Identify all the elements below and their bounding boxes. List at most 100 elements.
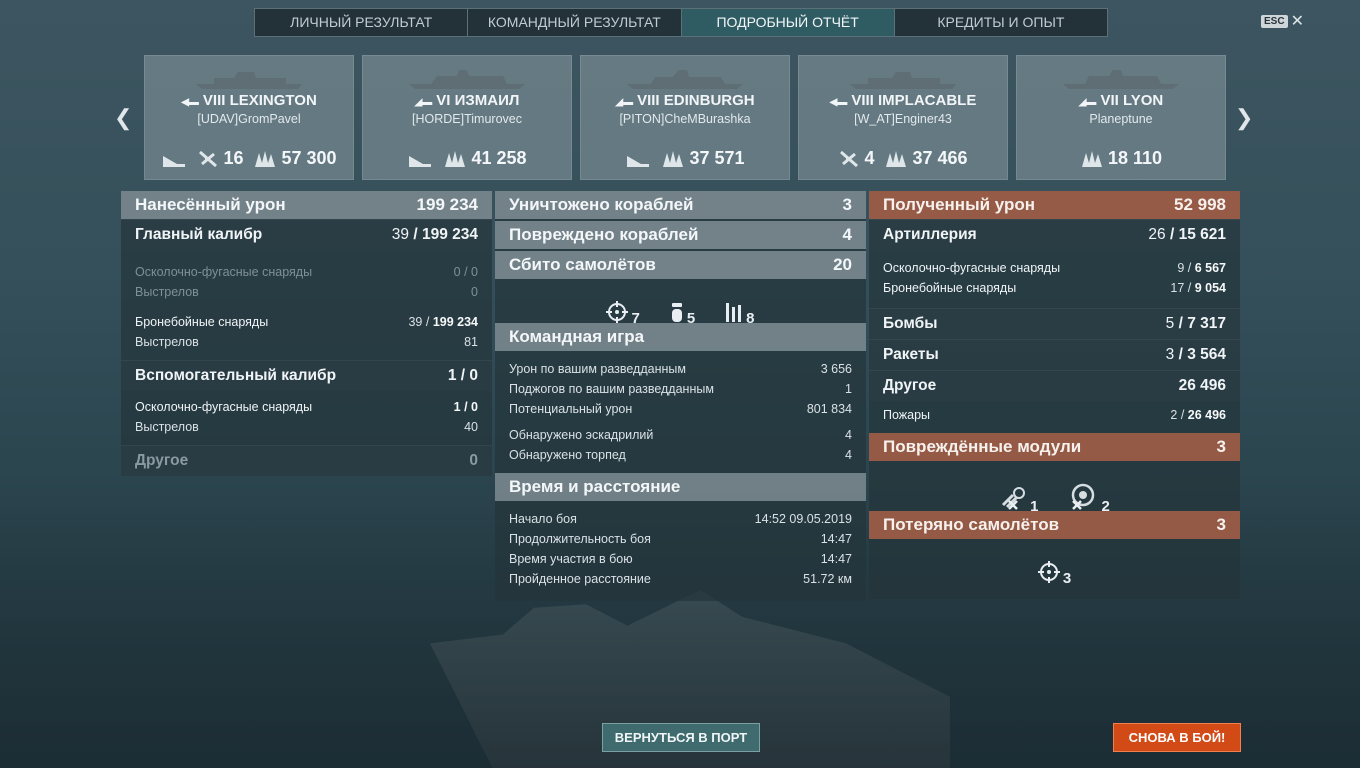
artillery-label: Артиллерия — [883, 226, 977, 243]
carrier-class-icon: ◀▬ — [181, 97, 199, 108]
damage-dealt-panel: Нанесённый урон 199 234 Главный калибр 3… — [121, 191, 492, 476]
battle-again-button[interactable]: СНОВА В БОЙ! — [1113, 723, 1241, 752]
tab-personal[interactable]: ЛИЧНЫЙ РЕЗУЛЬТАТ — [255, 9, 469, 36]
time-distance-title: Время и расстояние — [509, 477, 681, 496]
damaged-modules-value: 3 — [1216, 437, 1226, 456]
time-row-label: Пройденное расстояние — [509, 572, 651, 586]
ships-damaged-value: 4 — [842, 225, 852, 244]
tab-detailed-report[interactable]: ПОДРОБНЫЙ ОТЧЁТ — [681, 9, 895, 36]
recv-ap-hits: 17 — [1170, 281, 1185, 295]
recv-he-hits: 9 — [1177, 261, 1185, 275]
damage-explosion-icon — [255, 150, 276, 167]
secondary-battery-value: 1 / 0 — [447, 367, 478, 384]
ship-name: ◢▬ VI ИЗМАИЛ — [414, 92, 520, 109]
main-battery-label: Главный калибр — [135, 226, 263, 243]
artillery-hits: 26 — [1148, 226, 1166, 243]
ap-damage: 199 234 — [432, 315, 478, 329]
sunk-icon — [161, 148, 187, 169]
team-row-label: Обнаружено эскадрилий — [509, 428, 654, 442]
team-row-label: Потенциальный урон — [509, 402, 633, 416]
battle-summary-panel: Уничтожено кораблей 3 Повреждено корабле… — [495, 191, 866, 601]
player-name: [UDAV]GromPavel — [197, 112, 301, 126]
ap-hits: 39 — [408, 315, 423, 329]
tab-team[interactable]: КОМАНДНЫЙ РЕЗУЛЬТАТ — [468, 9, 682, 36]
bombs-damage: 7 317 — [1187, 315, 1226, 332]
ship-name: ◢▬ VII LYON — [1078, 92, 1164, 109]
sec-shots-value: 40 — [464, 420, 478, 434]
damage-explosion-icon — [445, 150, 466, 167]
ship-card[interactable]: ◢▬ VIII EDINBURGH [PITON]CheMBurashka 37 … — [580, 55, 790, 180]
he-shots-row: Выстрелов 0 — [121, 282, 492, 302]
gun-module-icon — [1002, 487, 1026, 510]
team-row: Поджогов по вашим разведданным 1 — [495, 379, 866, 399]
battleship-class-icon: ◢▬ — [414, 97, 433, 108]
planes-shot-label: Сбито самолётов — [509, 255, 656, 274]
ship-card[interactable]: ◢▬ VI ИЗМАИЛ [HORDE]Timurovec 41 258 — [362, 55, 572, 180]
other-damage-label: Другое — [135, 452, 189, 469]
team-row: Потенциальный урон 801 834 — [495, 399, 866, 419]
sunk-icon — [625, 148, 651, 169]
player-name: Planeptune — [1089, 112, 1153, 126]
damage-explosion-icon — [1081, 150, 1102, 167]
time-row-value: 14:52 09.05.2019 — [754, 512, 852, 526]
fires-damage: 26 496 — [1187, 408, 1226, 422]
planes-shot-value: 4 — [864, 148, 875, 168]
next-arrow-icon[interactable]: ❯ — [1235, 105, 1253, 131]
artillery-row: Артиллерия 26 / 15 621 — [869, 219, 1240, 250]
damaged-modules-icons: 1 2 — [869, 461, 1240, 515]
damage-received-total: 52 998 — [1174, 195, 1226, 214]
fires-label: Пожары — [883, 408, 931, 422]
planes-shot-row: Сбито самолётов 20 — [495, 251, 866, 279]
damaged-modules-title: Повреждённые модули — [883, 437, 1082, 456]
fighter-crosshair-icon — [1037, 561, 1060, 583]
team-row-value: 801 834 — [806, 402, 852, 416]
team-row: Обнаружено торпед 4 — [495, 445, 866, 465]
he-shells-row: Осколочно-фугасные снаряды 0 / 0 — [121, 262, 492, 282]
ship-silhouette-icon — [627, 70, 743, 89]
return-to-port-button[interactable]: ВЕРНУТЬСЯ В ПОРТ — [602, 723, 760, 752]
battleship-class-icon: ◢▬ — [1078, 97, 1097, 108]
player-name: [W_AT]Enginer43 — [854, 112, 952, 126]
planes-by-type: 7 5 8 — [495, 279, 866, 327]
ship-card[interactable]: ◢▬ VII LYON Planeptune 18 110 — [1016, 55, 1226, 180]
ship-silhouette-icon — [409, 70, 525, 89]
recv-he-row: Осколочно-фугасные снаряды 9 / 6 567 — [883, 261, 1226, 275]
ship-card[interactable]: ◀▬ VIII LEXINGTON [UDAV]GromPavel 16 57 3… — [144, 55, 354, 180]
damage-explosion-icon — [663, 150, 684, 167]
bomb-icon — [671, 303, 682, 322]
planes-lost-title: Потеряно самолётов — [883, 515, 1060, 534]
damage-dealt-title: Нанесённый урон — [135, 195, 286, 214]
damage-received-title: Полученный урон — [883, 195, 1036, 214]
damage-explosion-icon — [886, 150, 907, 167]
ship-name: ◀▬ VIII IMPLACABLE — [829, 92, 977, 109]
prev-arrow-icon[interactable]: ❮ — [114, 105, 132, 131]
tab-credits-xp[interactable]: КРЕДИТЫ И ОПЫТ — [895, 9, 1107, 36]
torpedo-icon — [726, 303, 742, 322]
ship-card[interactable]: ◀▬ VIII IMPLACABLE [W_AT]Enginer43 4 37 4… — [798, 55, 1008, 180]
ship-silhouette-icon — [850, 72, 956, 89]
cruiser-class-icon: ◢▬ — [615, 97, 634, 108]
time-row-value: 14:47 — [820, 552, 852, 566]
damaged-modules-header: Повреждённые модули 3 — [869, 433, 1240, 461]
player-name: [PITON]CheMBurashka — [619, 112, 751, 126]
shots-label: Выстрелов — [135, 285, 199, 299]
team-row-label: Урон по вашим разведданным — [509, 362, 686, 376]
ap-shells-label: Бронебойные снаряды — [135, 315, 269, 329]
time-row-value: 14:47 — [820, 532, 852, 546]
damage-value: 18 110 — [1107, 148, 1163, 168]
close-button[interactable]: ESC ✕ — [1261, 11, 1304, 31]
rockets-row: Ракеты 3 / 3 564 — [869, 339, 1240, 370]
recv-ap-row: Бронебойные снаряды 17 / 9 054 — [883, 281, 1226, 295]
time-row-value: 51.72 км — [803, 572, 852, 586]
shots-label: Выстрелов — [135, 335, 199, 349]
damage-received-header: Полученный урон 52 998 — [869, 191, 1240, 219]
planes-lost-icons: 3 — [869, 539, 1240, 587]
rockets-damage: 3 564 — [1187, 346, 1226, 363]
planes-shot-value: 16 — [223, 148, 244, 168]
esc-key-label: ESC — [1261, 14, 1288, 28]
ship-silhouette-icon — [1063, 70, 1179, 89]
close-icon: ✕ — [1290, 13, 1304, 30]
team-row: Урон по вашим разведданным 3 656 — [495, 359, 866, 379]
team-row-value: 1 — [845, 382, 852, 396]
tab-bar: ЛИЧНЫЙ РЕЗУЛЬТАТ КОМАНДНЫЙ РЕЗУЛЬТАТ ПОД… — [254, 8, 1108, 37]
